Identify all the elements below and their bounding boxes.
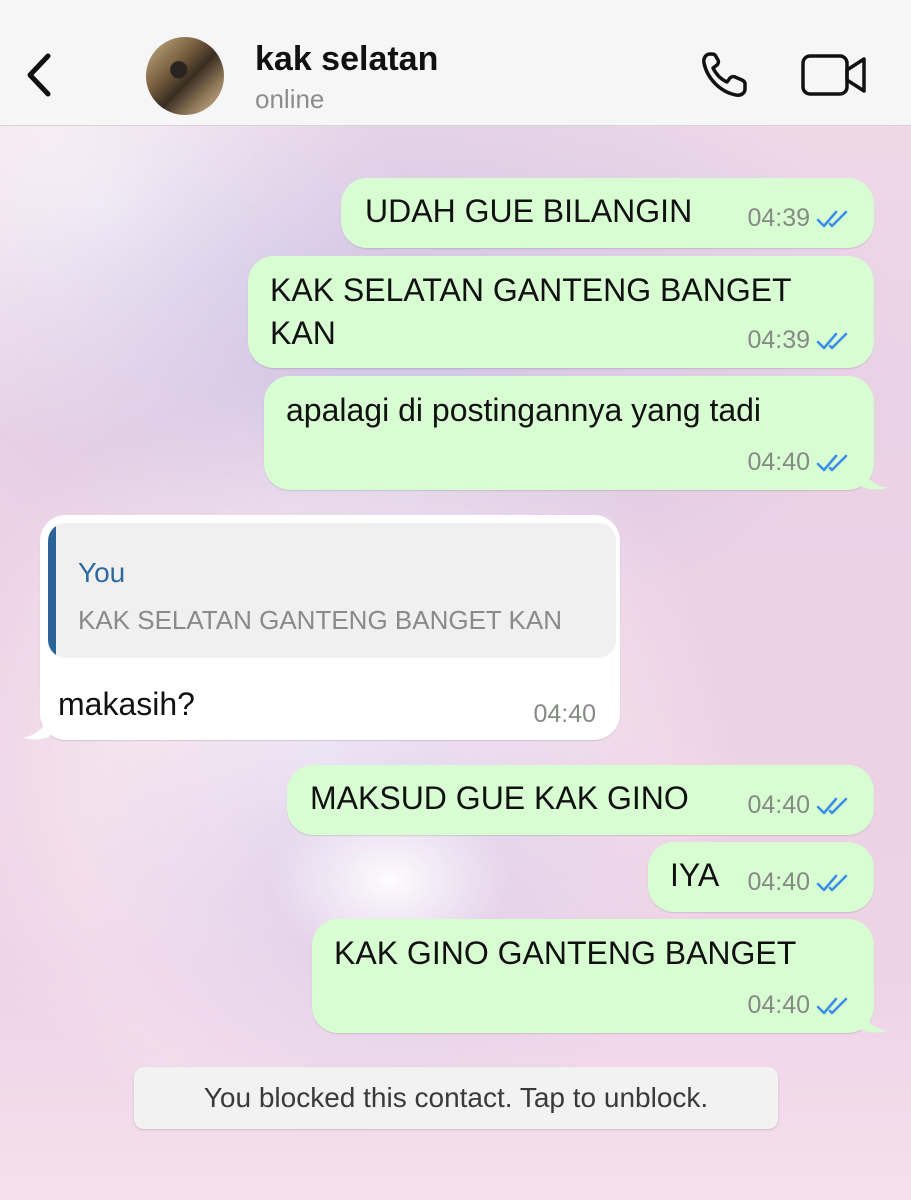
message-time: 04:40	[747, 868, 810, 896]
message-bubble-outgoing[interactable]: MAKSUD GUE KAK GINO 04:40	[287, 765, 874, 835]
phone-icon	[702, 52, 747, 97]
message-text: MAKSUD GUE KAK GINO	[310, 780, 689, 816]
message-text: IYA	[670, 857, 720, 893]
message-time: 04:40	[747, 991, 810, 1019]
message-bubble-outgoing[interactable]: UDAH GUE BILANGIN 04:39	[341, 178, 874, 248]
quote-author: You	[78, 557, 126, 588]
quoted-reply[interactable]: You KAK SELATAN GANTENG BANGET KAN	[48, 523, 616, 658]
message-time: 04:40	[747, 791, 810, 819]
quote-accent-bar	[48, 523, 56, 658]
double-check-icon	[816, 330, 852, 352]
bubble-tail	[860, 462, 888, 490]
message-meta: 04:40	[747, 791, 852, 820]
blocked-contact-notice[interactable]: You blocked this contact. Tap to unblock…	[134, 1067, 778, 1129]
message-bubble-outgoing[interactable]: apalagi di postingannya yang tadi 04:40	[264, 376, 874, 490]
double-check-icon	[816, 452, 852, 474]
message-text: KAK SELATAN GANTENG BANGET	[270, 272, 792, 308]
message-bubble-incoming[interactable]: You KAK SELATAN GANTENG BANGET KAN makas…	[40, 515, 620, 740]
video-call-button[interactable]	[800, 52, 868, 98]
chat-header: kak selatan online	[0, 0, 911, 126]
double-check-icon	[816, 872, 852, 894]
message-bubble-outgoing[interactable]: IYA 04:40	[648, 842, 874, 912]
double-check-icon	[816, 208, 852, 230]
message-meta: 04:40	[747, 991, 852, 1020]
message-time: 04:40	[533, 700, 596, 728]
message-meta: 04:39	[747, 326, 852, 355]
message-text: KAK GINO GANTENG BANGET	[334, 935, 797, 971]
message-meta: 04:39	[747, 204, 852, 233]
quote-text: KAK SELATAN GANTENG BANGET KAN	[78, 605, 563, 635]
chevron-left-icon	[27, 53, 51, 97]
double-check-icon	[816, 995, 852, 1017]
message-meta: 04:40	[747, 868, 852, 897]
message-text: makasih?	[58, 686, 195, 722]
message-text-line2: KAN	[270, 315, 336, 351]
message-bubble-outgoing[interactable]: KAK SELATAN GANTENG BANGET KAN 04:39	[248, 256, 874, 368]
message-text: UDAH GUE BILANGIN	[365, 193, 693, 229]
message-time: 04:39	[747, 204, 810, 232]
bubble-tail	[860, 1005, 888, 1033]
back-button[interactable]	[20, 50, 60, 100]
message-time: 04:39	[747, 326, 810, 354]
double-check-icon	[816, 795, 852, 817]
voice-call-button[interactable]	[698, 50, 754, 100]
message-meta: 04:40	[747, 448, 852, 477]
message-text: apalagi di postingannya yang tadi	[286, 392, 762, 428]
message-time: 04:40	[747, 448, 810, 476]
message-bubble-outgoing[interactable]: KAK GINO GANTENG BANGET 04:40	[312, 919, 874, 1033]
contact-name[interactable]: kak selatan	[255, 40, 438, 79]
bubble-tail	[22, 712, 50, 740]
contact-status: online	[255, 84, 325, 114]
video-camera-icon	[801, 54, 866, 96]
avatar[interactable]	[146, 37, 224, 115]
message-meta: 04:40	[533, 700, 596, 729]
